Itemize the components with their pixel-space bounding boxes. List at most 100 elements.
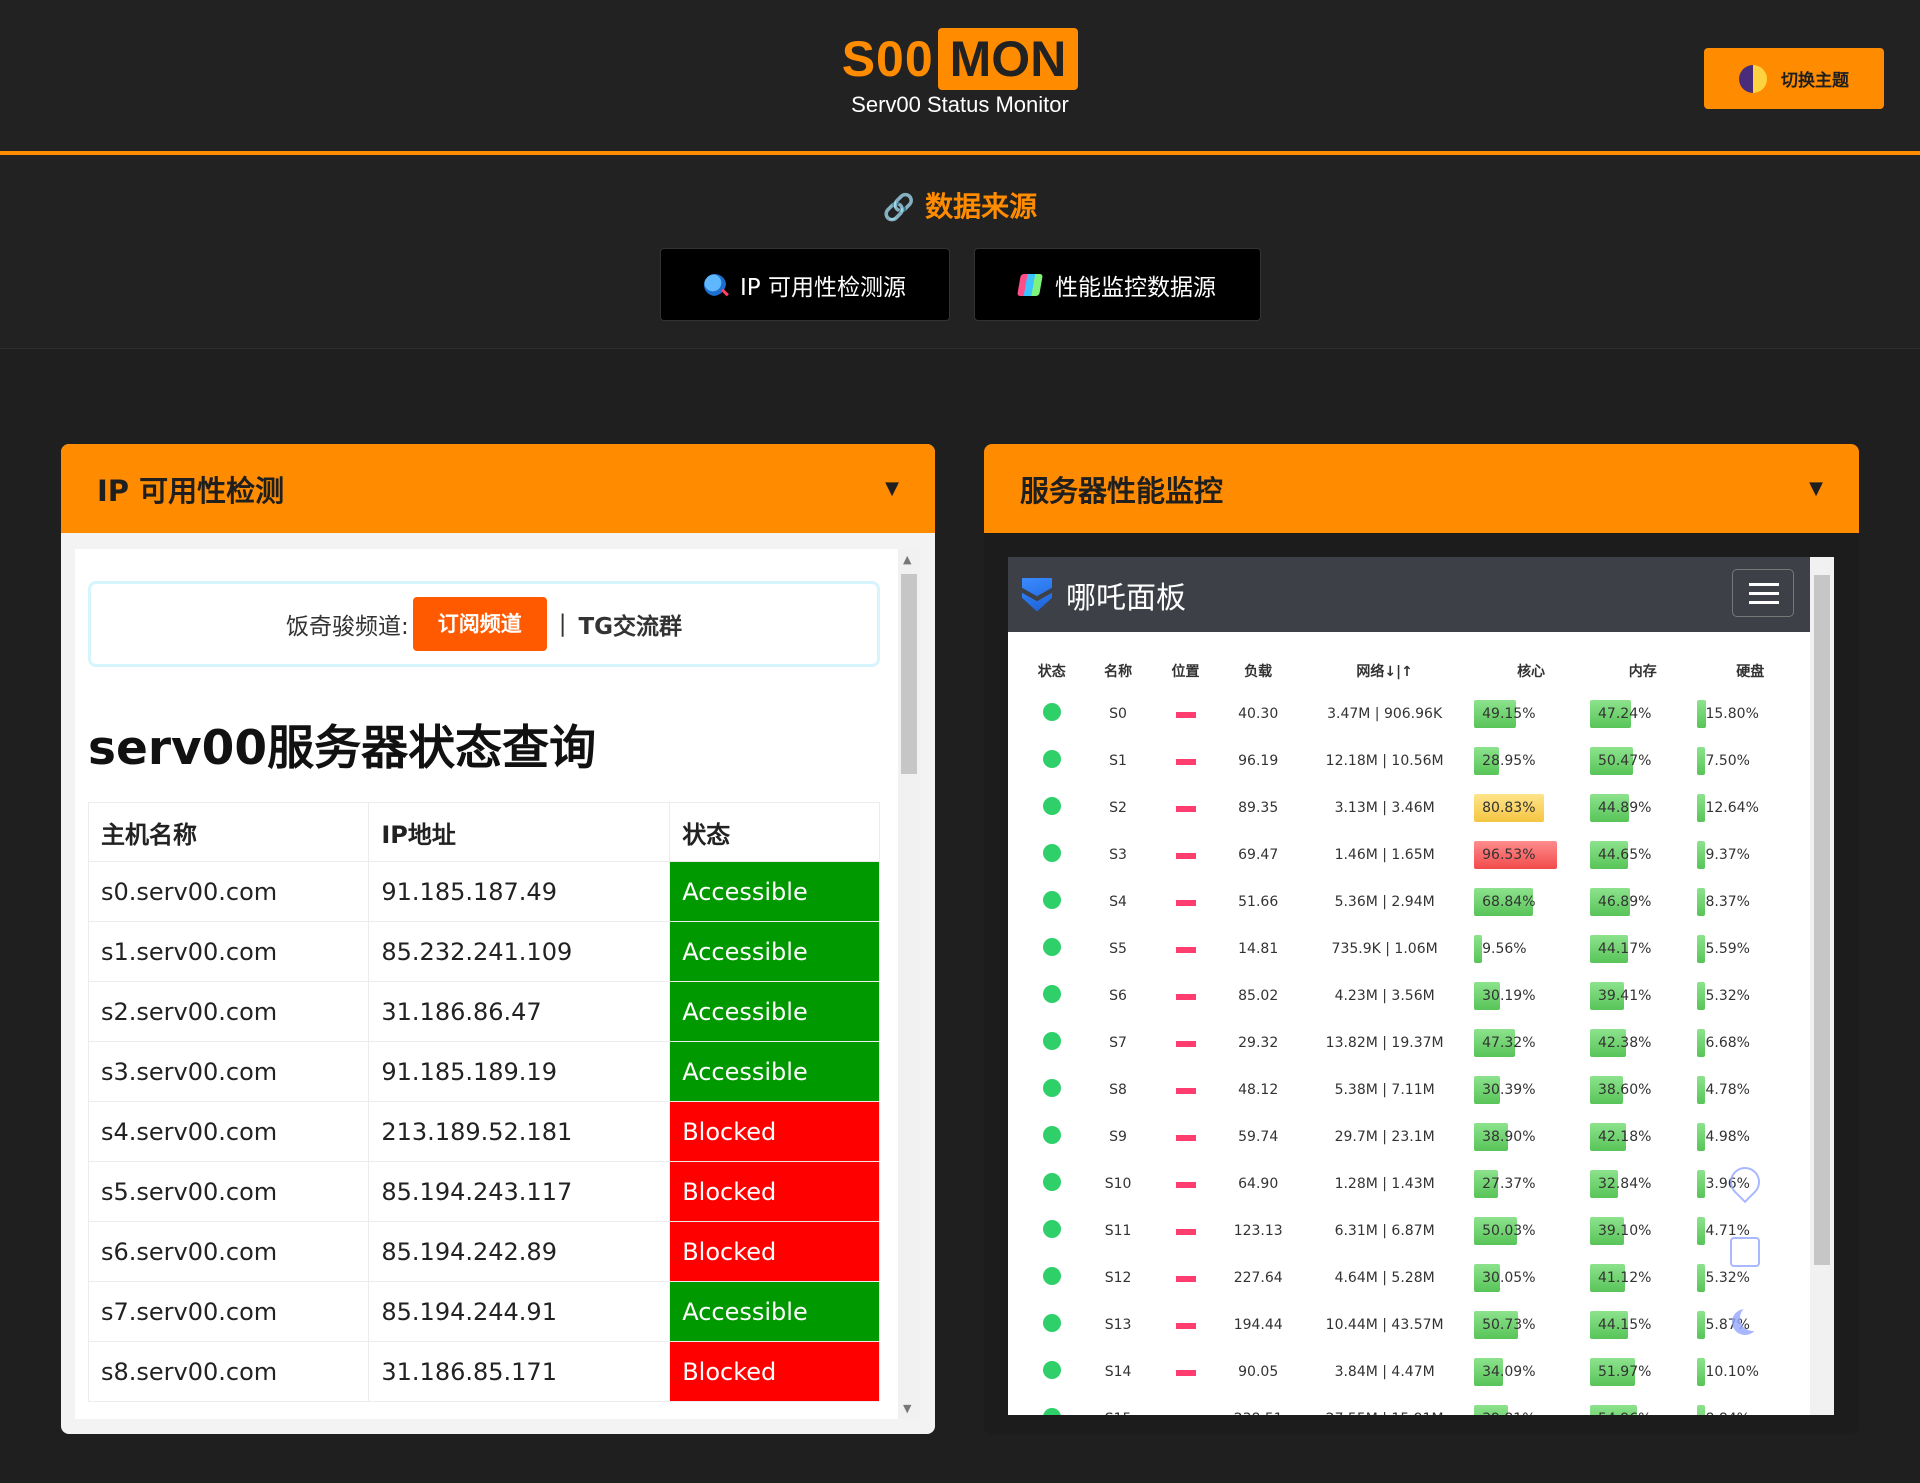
table-row[interactable]: S4 51.66 5.36M | 2.94M 68.84% 46.89% 8.37% bbox=[1018, 878, 1804, 925]
server-name: S12 bbox=[1104, 1269, 1132, 1286]
table-row[interactable]: S10 64.90 1.28M | 1.43M 27.37% 32.84% 3.96% bbox=[1018, 1160, 1804, 1207]
ip-check-frame[interactable]: 饭奇骏频道: 订阅频道 | TG交流群 serv00服务器状态查询 主机名称 I… bbox=[75, 549, 920, 1419]
network-cell: 29.7M | 23.1M bbox=[1334, 1128, 1435, 1145]
load-cell: 14.81 bbox=[1238, 940, 1279, 957]
ip-panel-header[interactable]: IP 可用性检测 ▼ bbox=[61, 444, 935, 533]
nezha-navbar: 哪吒面板 bbox=[1008, 557, 1810, 632]
table-header-row: 状态 名称 位置 负载 网络↓|↑ 核心 内存 硬盘 bbox=[1018, 652, 1804, 690]
table-row[interactable]: S9 59.74 29.7M | 23.1M 38.90% 42.18% 4.98% bbox=[1018, 1113, 1804, 1160]
ip-cell: 91.185.187.49 bbox=[368, 861, 671, 922]
disk-usage-text: 4.98% bbox=[1705, 1128, 1750, 1145]
column-header: 主机名称 bbox=[87, 802, 370, 862]
ip-source-label: IP 可用性检测源 bbox=[740, 274, 906, 301]
table-row[interactable]: S5 14.81 735.9K | 1.06M 9.56% 44.17% 5.59% bbox=[1018, 925, 1804, 972]
disk-usage-text: 5.32% bbox=[1705, 987, 1750, 1004]
mem-usage-text: 39.41% bbox=[1598, 987, 1652, 1004]
mem-usage-bar: 39.10% bbox=[1590, 1216, 1676, 1245]
tg-group-link[interactable]: TG交流群 bbox=[578, 607, 682, 641]
table-row[interactable]: S7 29.32 13.82M | 19.37M 47.32% 42.38% 6.68% bbox=[1018, 1019, 1804, 1066]
scroll-up-icon[interactable]: ▲ bbox=[903, 553, 911, 566]
cpu-usage-text: 34.09% bbox=[1482, 1363, 1536, 1380]
subscribe-button[interactable]: 订阅频道 bbox=[412, 597, 547, 651]
online-status-dot bbox=[1042, 1313, 1061, 1332]
mem-usage-text: 50.47% bbox=[1598, 752, 1652, 769]
menu-toggle-button[interactable] bbox=[1732, 569, 1794, 617]
perf-panel-header[interactable]: 服务器性能监控 ▼ bbox=[984, 444, 1859, 533]
flag-icon bbox=[1175, 1228, 1196, 1235]
table-row[interactable]: S3 69.47 1.46M | 1.65M 96.53% 44.65% 9.37% bbox=[1018, 831, 1804, 878]
online-status-dot bbox=[1042, 1172, 1061, 1191]
online-status-dot bbox=[1042, 1031, 1061, 1050]
server-icon[interactable] bbox=[1730, 1237, 1760, 1267]
server-name: S10 bbox=[1104, 1175, 1132, 1192]
network-cell: 5.38M | 7.11M bbox=[1334, 1081, 1435, 1098]
table-row[interactable]: S6 85.02 4.23M | 3.56M 30.19% 39.41% 5.32% bbox=[1018, 972, 1804, 1019]
caret-down-icon[interactable]: ▼ bbox=[885, 478, 899, 499]
toggle-theme-button[interactable]: 切换主题 bbox=[1704, 48, 1884, 109]
table-row[interactable]: S12 227.64 4.64M | 5.28M 30.05% 41.12% 5.32% bbox=[1018, 1254, 1804, 1301]
host-cell: s1.serv00.com bbox=[87, 921, 370, 982]
disk-usage-text: 8.84% bbox=[1705, 1411, 1749, 1416]
table-row: s0.serv00.com 91.185.187.49 Accessible bbox=[87, 861, 880, 922]
scroll-down-icon[interactable]: ▼ bbox=[903, 1402, 911, 1415]
disk-usage-fill bbox=[1697, 1169, 1706, 1198]
column-header: 负载 bbox=[1244, 664, 1273, 680]
column-header: 状态 bbox=[1037, 664, 1066, 680]
channel-bar: 饭奇骏频道: 订阅频道 | TG交流群 bbox=[88, 581, 880, 667]
ip-cell: 85.194.242.89 bbox=[368, 1221, 671, 1282]
hamburger-icon bbox=[1749, 601, 1779, 604]
network-cell: 1.46M | 1.65M bbox=[1334, 846, 1435, 863]
table-row[interactable]: S13 194.44 10.44M | 43.57M 50.73% 44.15% 5.87… bbox=[1018, 1301, 1804, 1348]
disk-usage-text: 9.37% bbox=[1705, 846, 1750, 863]
disk-usage-text: 12.64% bbox=[1705, 799, 1759, 816]
host-cell: s5.serv00.com bbox=[87, 1161, 370, 1222]
mem-usage-bar: 44.65% bbox=[1590, 840, 1676, 869]
caret-down-icon[interactable]: ▼ bbox=[1809, 478, 1823, 499]
perf-source-button[interactable]: 性能监控数据源 bbox=[974, 248, 1261, 321]
mem-usage-text: 47.24% bbox=[1598, 705, 1652, 722]
cpu-usage-text: 28.95% bbox=[1482, 752, 1536, 769]
channel-label: 饭奇骏频道: bbox=[285, 614, 409, 640]
scrollbar[interactable] bbox=[1810, 557, 1834, 1415]
online-status-dot bbox=[1042, 1266, 1061, 1285]
table-row[interactable]: S8 48.12 5.38M | 7.11M 30.39% 38.60% 4.78% bbox=[1018, 1066, 1804, 1113]
cpu-usage-bar: 96.53% bbox=[1474, 840, 1560, 869]
server-table: 状态 名称 位置 负载 网络↓|↑ 核心 内存 硬盘 S0 40.30 3.47M … bbox=[1018, 652, 1804, 1415]
server-name: S14 bbox=[1104, 1363, 1132, 1380]
cpu-usage-bar: 38.90% bbox=[1474, 1122, 1560, 1151]
table-row: s1.serv00.com 85.232.241.109 Accessible bbox=[87, 921, 880, 982]
disk-usage-bar: 4.78% bbox=[1697, 1075, 1783, 1104]
ip-panel-title: IP 可用性检测 bbox=[97, 473, 285, 508]
online-status-dot bbox=[1042, 1125, 1061, 1144]
ip-source-button[interactable]: IP 可用性检测源 bbox=[660, 248, 950, 321]
cpu-usage-bar: 9.56% bbox=[1474, 934, 1560, 963]
scrollbar-thumb[interactable] bbox=[901, 574, 917, 774]
ip-cell: 31.186.85.171 bbox=[368, 1341, 671, 1402]
disk-usage-text: 5.59% bbox=[1705, 940, 1750, 957]
table-row[interactable]: S15 238.5127.55M | 15.91M 39.81% 54.96% 8.84… bbox=[1018, 1395, 1804, 1415]
cpu-usage-bar: 28.95% bbox=[1474, 746, 1560, 775]
nezha-frame[interactable]: 哪吒面板 状态 名称 位置 负载 网络↓|↑ 核心 内存 硬盘 S0 40.30… bbox=[1008, 557, 1834, 1415]
disk-usage-text: 10.10% bbox=[1705, 1363, 1759, 1380]
cpu-usage-text: 30.19% bbox=[1482, 987, 1536, 1004]
load-cell: 85.02 bbox=[1238, 987, 1279, 1004]
perf-panel-title: 服务器性能监控 bbox=[1020, 473, 1224, 508]
column-header: 内存 bbox=[1628, 664, 1657, 680]
cpu-usage-bar: 80.83% bbox=[1474, 793, 1560, 822]
moon-icon[interactable] bbox=[1730, 1307, 1760, 1337]
table-row[interactable]: S0 40.30 3.47M | 906.96K 49.15% 47.24% 15.80% bbox=[1018, 690, 1804, 737]
table-row[interactable]: S1 96.19 12.18M | 10.56M 28.95% 50.47% 7.50% bbox=[1018, 737, 1804, 784]
disk-usage-text: 7.50% bbox=[1705, 752, 1750, 769]
disk-usage-text: 8.37% bbox=[1705, 893, 1750, 910]
scrollbar-thumb[interactable] bbox=[1814, 575, 1830, 1265]
nezha-title: 哪吒面板 bbox=[1066, 580, 1186, 616]
host-cell: s8.serv00.com bbox=[87, 1341, 370, 1402]
mem-usage-text: 54.96% bbox=[1598, 1411, 1651, 1416]
scrollbar[interactable]: ▲ ▼ bbox=[898, 549, 920, 1419]
table-row[interactable]: S11 123.13 6.31M | 6.87M 50.03% 39.10% 4.71% bbox=[1018, 1207, 1804, 1254]
table-row[interactable]: S14 90.05 3.84M | 4.47M 34.09% 51.97% 10.10% bbox=[1018, 1348, 1804, 1395]
cpu-usage-fill bbox=[1474, 934, 1483, 963]
flag-icon bbox=[1175, 1181, 1196, 1188]
table-row[interactable]: S2 89.35 3.13M | 3.46M 80.83% 44.89% 12.64% bbox=[1018, 784, 1804, 831]
online-status-dot bbox=[1042, 890, 1061, 909]
